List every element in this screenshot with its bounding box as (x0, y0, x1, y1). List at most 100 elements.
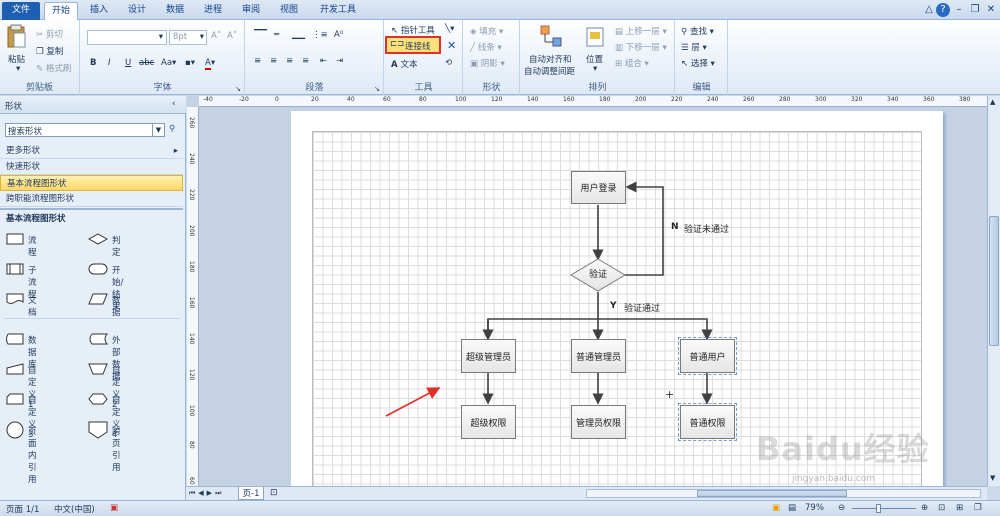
zoom-slider[interactable] (852, 504, 916, 513)
line-tool-icon[interactable]: ╲▾ (445, 24, 454, 34)
pointer-tool-button[interactable]: ↖ 指针工具 (391, 24, 435, 36)
paragraph-dialog-launcher-icon[interactable]: ↘ (374, 85, 380, 93)
restore-icon[interactable]: ❐ (968, 3, 982, 17)
auto-align-icon[interactable] (539, 24, 563, 48)
auto-align-button[interactable]: 自动对齐和 (529, 53, 572, 65)
search-shapes-input[interactable]: 搜索形状 ▼ (5, 123, 165, 137)
shape-decision[interactable]: 判定 (87, 233, 121, 258)
node-login[interactable]: 用户登录 (571, 171, 626, 204)
align-right-icon[interactable]: ≡ (286, 56, 293, 66)
decrease-indent-icon[interactable]: ⇤ (320, 56, 327, 66)
align-top-icon[interactable]: ▔▔ (254, 30, 267, 40)
italic-button[interactable]: I (108, 58, 111, 68)
find-button[interactable]: ⚲ 查找 ▾ (681, 25, 714, 37)
shape-process[interactable]: 流程 (6, 233, 37, 258)
close-icon[interactable]: ✕ (984, 3, 998, 17)
zoom-in-icon[interactable]: ⊕ (921, 503, 928, 513)
paste-icon[interactable] (6, 24, 26, 50)
zoom-out-icon[interactable]: ⊖ (838, 503, 845, 513)
close-tool-icon[interactable]: ✕ (447, 39, 456, 52)
shape-document[interactable]: 文档 (6, 293, 37, 318)
help-icon[interactable]: ? (936, 3, 950, 17)
send-backward-button[interactable]: ▥ 下移一层 ▾ (615, 41, 667, 53)
tab-process[interactable]: 进程 (196, 2, 230, 20)
tab-file[interactable]: 文件 (2, 2, 40, 20)
text-tool-button[interactable]: A 文本 (391, 58, 418, 70)
font-name-combo[interactable]: ▾ (87, 30, 167, 45)
bring-forward-button[interactable]: ▤ 上移一层 ▾ (615, 25, 667, 37)
zoom-slider-thumb[interactable] (876, 504, 881, 513)
view-fullscreen-icon[interactable]: ▤ (788, 503, 796, 513)
minimize-icon[interactable]: – (952, 3, 966, 17)
shape-on-page-reference[interactable]: 页面内引用 (6, 421, 37, 485)
format-painter-button[interactable]: ✎ 格式刷 (36, 62, 71, 74)
scroll-down-icon[interactable]: ▼ (990, 474, 995, 482)
more-shapes-item[interactable]: 更多形状 ▸ (0, 143, 183, 159)
align-middle-icon[interactable]: ═ (274, 30, 279, 40)
connector-fail-loop[interactable] (625, 181, 664, 276)
horizontal-scroll-thumb[interactable] (697, 490, 847, 497)
text-direction-icon[interactable]: A⁰ (334, 30, 343, 40)
zoom-level[interactable]: 79% (805, 503, 824, 513)
scroll-up-icon[interactable]: ▲ (990, 98, 995, 106)
increase-indent-icon[interactable]: ⇥ (336, 56, 343, 66)
collapse-panel-icon[interactable]: ‹ (172, 99, 175, 109)
shape-custom-4[interactable]: 自定义 4 (88, 393, 121, 440)
node-user-perm[interactable]: 普通权限 (678, 403, 737, 441)
shape-custom-1[interactable]: 自定义 1 (6, 363, 37, 410)
minimize-ribbon-icon[interactable]: △ (922, 3, 936, 17)
tab-developer[interactable]: 开发工具 (312, 2, 364, 20)
align-bottom-icon[interactable]: ▁▁ (292, 30, 305, 40)
cut-button[interactable]: ✂ 剪切 (36, 28, 63, 40)
page-nav-icons[interactable]: ⏮◀▶⏭ (189, 489, 224, 498)
basic-flowchart-item[interactable]: 基本流程图形状 (0, 175, 183, 191)
shadow-button[interactable]: ▣ 阴影 ▾ (470, 57, 505, 69)
fit-page-icon[interactable]: ⊡ (938, 503, 945, 513)
search-dropdown-icon[interactable]: ▼ (152, 124, 164, 136)
node-admin-perm[interactable]: 管理员权限 (571, 405, 626, 439)
shape-data[interactable]: 数据 (88, 293, 121, 318)
insert-page-icon[interactable]: ⊡ (270, 488, 278, 498)
tab-data[interactable]: 数据 (158, 2, 192, 20)
horizontal-scrollbar[interactable] (586, 489, 981, 498)
bold-button[interactable]: B (90, 58, 96, 68)
quick-shapes-item[interactable]: 快速形状 (0, 159, 183, 175)
tab-insert[interactable]: 插入 (82, 2, 116, 20)
vertical-scroll-thumb[interactable] (989, 216, 999, 346)
justify-icon[interactable]: ≡ (302, 56, 309, 66)
macro-record-icon[interactable]: ▣ (110, 503, 118, 513)
copy-button[interactable]: ❐ 复制 (36, 45, 63, 57)
align-left-icon[interactable]: ≡ (254, 56, 261, 66)
shape-subprocess[interactable]: 子流程 (6, 263, 37, 300)
language-indicator[interactable]: 中文(中国) (54, 503, 95, 515)
shrink-font-icon[interactable]: A˅ (227, 31, 237, 41)
layers-button[interactable]: ☰ 层 ▾ (681, 41, 707, 53)
shape-custom-3[interactable]: 自定义 3 (6, 393, 37, 440)
page-tab-1[interactable]: 页-1 (238, 487, 264, 500)
shape-external-data[interactable]: 外部数据 (88, 333, 121, 382)
connector-button[interactable]: ⊏⊐ 连接线 (385, 36, 441, 54)
bullets-icon[interactable]: ⋮≡ (312, 30, 328, 40)
tab-home[interactable]: 开始 (44, 2, 78, 20)
select-button[interactable]: ↖ 选择 ▾ (681, 57, 715, 69)
shape-off-page-reference[interactable]: 跨页引用 (88, 421, 121, 473)
grow-font-icon[interactable]: A˄ (211, 31, 221, 41)
shape-custom-2[interactable]: 自定义 2 (88, 363, 121, 410)
shape-terminator[interactable]: 开始/结束 (88, 263, 123, 312)
group-button[interactable]: ⊞ 组合 ▾ (615, 57, 649, 69)
switch-windows-icon[interactable]: ❐ (974, 503, 982, 513)
strike-button[interactable]: abc (139, 58, 154, 68)
tab-design[interactable]: 设计 (120, 2, 154, 20)
fill-button[interactable]: ◈ 填充 ▾ (470, 25, 503, 37)
view-normal-icon[interactable]: ▣ (772, 503, 780, 513)
auto-space-button[interactable]: 自动调整间距 (524, 65, 575, 77)
pan-zoom-icon[interactable]: ⊞ (956, 503, 963, 513)
font-case-icon[interactable]: Aa▾ (161, 58, 176, 68)
font-size-combo[interactable]: 8pt ▾ (169, 30, 207, 45)
cross-functional-item[interactable]: 跨职能流程图形状 (0, 191, 183, 207)
align-center-icon[interactable]: ≡ (270, 56, 277, 66)
node-super-perm[interactable]: 超级权限 (461, 405, 516, 439)
node-super-admin[interactable]: 超级管理员 (461, 339, 516, 373)
node-user[interactable]: 普通用户 (678, 337, 737, 375)
line-button[interactable]: ╱ 线条 ▾ (470, 41, 502, 53)
